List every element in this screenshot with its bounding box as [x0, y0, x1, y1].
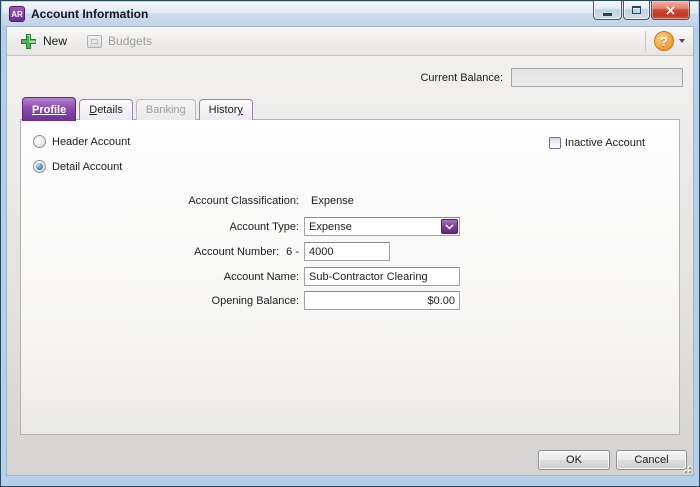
account-type-selected-value: Expense [305, 221, 352, 233]
new-plus-icon [20, 33, 37, 50]
account-type-select[interactable]: Expense [304, 217, 460, 236]
account-name-field[interactable] [304, 267, 460, 286]
help-button[interactable]: ? [654, 31, 674, 51]
new-button[interactable]: New [20, 33, 67, 50]
dialog-content: New Budgets ? Current Balance: Profile [6, 26, 694, 476]
inactive-account-checkbox[interactable]: Inactive Account [549, 137, 645, 149]
maximize-button[interactable] [623, 1, 650, 20]
opening-balance-field[interactable] [304, 291, 460, 310]
budgets-button: Budgets [87, 34, 152, 48]
current-balance-field [511, 68, 683, 87]
toolbar: New Budgets ? [7, 27, 693, 56]
inactive-account-checkbox-icon[interactable] [549, 137, 561, 149]
detail-account-radio-label: Detail Account [52, 161, 122, 173]
classification-row: Account Classification: Expense [21, 195, 354, 207]
account-number-label: Account Number: [194, 246, 279, 258]
account-name-row: Account Name: [21, 267, 460, 286]
close-icon [666, 6, 675, 15]
toolbar-separator [645, 31, 646, 51]
detail-account-radio-icon[interactable] [33, 160, 46, 173]
detail-account-radio[interactable]: Detail Account [33, 160, 122, 173]
budgets-button-label: Budgets [108, 34, 152, 48]
account-type-row: Account Type: Expense [21, 217, 460, 236]
close-button[interactable] [651, 1, 690, 20]
classification-value: Expense [311, 195, 354, 207]
inactive-account-checkbox-label: Inactive Account [565, 137, 645, 149]
window-controls [592, 1, 690, 20]
help-icon: ? [660, 34, 668, 49]
header-account-radio-icon[interactable] [33, 135, 46, 148]
app-icon: AR [9, 6, 25, 22]
toolbar-right: ? [645, 31, 685, 51]
resize-grip[interactable] [682, 464, 691, 473]
header-account-radio[interactable]: Header Account [33, 135, 130, 148]
account-number-prefix: 6 - [286, 246, 299, 258]
tab-history[interactable]: History [199, 99, 253, 120]
opening-balance-label: Opening Balance: [212, 295, 299, 307]
account-type-label: Account Type: [229, 221, 299, 233]
maximize-icon [632, 6, 641, 14]
tab-profile[interactable]: Profile [22, 97, 76, 121]
window-title: Account Information [31, 7, 148, 21]
new-button-label: New [43, 34, 67, 48]
account-number-row: Account Number: 6 - [21, 242, 390, 261]
tab-details[interactable]: Details [79, 99, 133, 120]
tab-banking: Banking [136, 99, 196, 120]
opening-balance-row: Opening Balance: [21, 291, 460, 310]
minimize-icon [603, 13, 612, 16]
ok-button[interactable]: OK [538, 450, 610, 470]
cancel-button[interactable]: Cancel [616, 450, 687, 470]
account-information-window: AR Account Information New Budgets [0, 0, 700, 487]
minimize-button[interactable] [593, 1, 622, 20]
profile-tab-panel: Header Account Detail Account Inactive A… [20, 119, 680, 435]
tab-strip: Profile Details Banking History [22, 97, 256, 120]
account-type-dropdown-button[interactable] [441, 219, 458, 234]
classification-label: Account Classification: [188, 195, 299, 207]
budgets-icon [87, 35, 102, 48]
footer-buttons: OK Cancel [538, 450, 687, 470]
chevron-down-icon [445, 224, 454, 230]
help-dropdown-caret-icon[interactable] [679, 39, 685, 43]
account-number-field[interactable] [304, 242, 390, 261]
header-account-radio-label: Header Account [52, 136, 130, 148]
current-balance-label: Current Balance: [420, 72, 503, 84]
account-name-label: Account Name: [224, 271, 299, 283]
